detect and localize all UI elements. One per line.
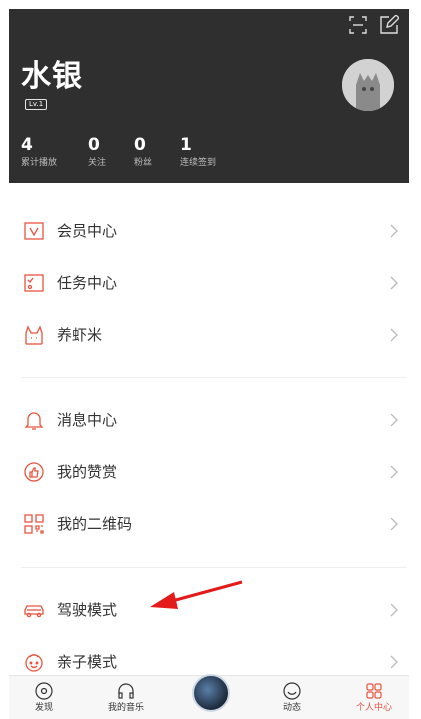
menu-item-shrimp[interactable]: 养虾米 — [9, 309, 409, 361]
smile-icon — [283, 682, 301, 700]
nav-label: 动态 — [282, 703, 301, 713]
headphones-icon — [118, 683, 134, 699]
bell-icon — [22, 408, 46, 432]
stat-checkin[interactable]: 1 连续签到 — [180, 135, 216, 169]
stat-value: 1 — [180, 135, 192, 155]
disc-icon — [35, 682, 53, 700]
menu-group-1: 会员中心 任务中心 养虾米 — [9, 205, 409, 361]
chevron-right-icon — [389, 274, 399, 292]
stat-following[interactable]: 0 关注 — [88, 135, 106, 169]
stat-value: 4 — [21, 135, 33, 155]
chevron-right-icon — [389, 411, 399, 429]
chevron-right-icon — [389, 326, 399, 344]
profile-header: 水银 Lv.1 4 累计播放 0 关注 0 粉丝 1 连续签到 — [9, 9, 409, 183]
menu-item-messages[interactable]: 消息中心 — [9, 394, 409, 446]
avatar[interactable] — [342, 59, 394, 111]
menu-label: 消息中心 — [57, 411, 118, 429]
menu-item-qrcode[interactable]: 我的二维码 — [9, 498, 409, 550]
menu-label: 驾驶模式 — [57, 601, 118, 619]
stat-value: 0 — [88, 135, 100, 155]
shrimp-icon — [22, 323, 46, 347]
now-playing-button[interactable] — [192, 674, 230, 712]
menu-label: 我的二维码 — [57, 515, 133, 533]
level-badge: Lv.1 — [25, 99, 48, 110]
nav-feed[interactable]: 动态 — [257, 676, 327, 719]
section-divider — [21, 567, 407, 568]
stat-plays[interactable]: 4 累计播放 — [21, 135, 57, 169]
menu-label: 亲子模式 — [57, 653, 118, 671]
section-divider — [21, 377, 407, 378]
chevron-right-icon — [389, 463, 399, 481]
user-name: 水银 — [21, 59, 83, 94]
car-icon — [22, 598, 46, 622]
menu-label: 会员中心 — [57, 222, 118, 240]
child-icon — [22, 650, 46, 674]
menu-item-vip[interactable]: 会员中心 — [9, 205, 409, 257]
nav-label: 个人中心 — [355, 703, 392, 713]
menu-group-2: 消息中心 我的赞赏 我的二维码 — [9, 394, 409, 550]
stat-label: 连续签到 — [180, 158, 217, 168]
menu-item-task[interactable]: 任务中心 — [9, 257, 409, 309]
scan-icon[interactable] — [348, 15, 368, 35]
edit-icon[interactable] — [379, 15, 399, 35]
grid-icon — [366, 683, 382, 699]
annotation-arrow-icon — [150, 580, 243, 609]
menu-label: 养虾米 — [57, 326, 103, 344]
chevron-right-icon — [389, 515, 399, 533]
nav-profile[interactable]: 个人中心 — [339, 676, 409, 719]
task-icon — [22, 271, 46, 295]
nav-discover[interactable]: 发现 — [9, 676, 79, 719]
profile-page: 水银 Lv.1 4 累计播放 0 关注 0 粉丝 1 连续签到 会员中心 任务中… — [9, 9, 409, 719]
stat-label: 关注 — [88, 158, 107, 168]
bottom-nav: 发现 我的音乐 动态 个人中心 — [9, 674, 409, 719]
qrcode-icon — [22, 512, 46, 536]
stat-followers[interactable]: 0 粉丝 — [134, 135, 152, 169]
menu-item-appreciation[interactable]: 我的赞赏 — [9, 446, 409, 498]
stat-value: 0 — [134, 135, 146, 155]
nav-label: 发现 — [34, 703, 53, 713]
nav-label: 我的音乐 — [107, 703, 144, 713]
nav-my-music[interactable]: 我的音乐 — [91, 676, 161, 719]
stat-label: 粉丝 — [134, 158, 153, 168]
menu-label: 我的赞赏 — [57, 463, 118, 481]
chevron-right-icon — [389, 601, 399, 619]
thumb-icon — [22, 460, 46, 484]
menu-label: 任务中心 — [57, 274, 118, 292]
stat-label: 累计播放 — [21, 158, 58, 168]
chevron-right-icon — [389, 653, 399, 671]
chevron-right-icon — [389, 222, 399, 240]
vip-icon — [22, 219, 46, 243]
